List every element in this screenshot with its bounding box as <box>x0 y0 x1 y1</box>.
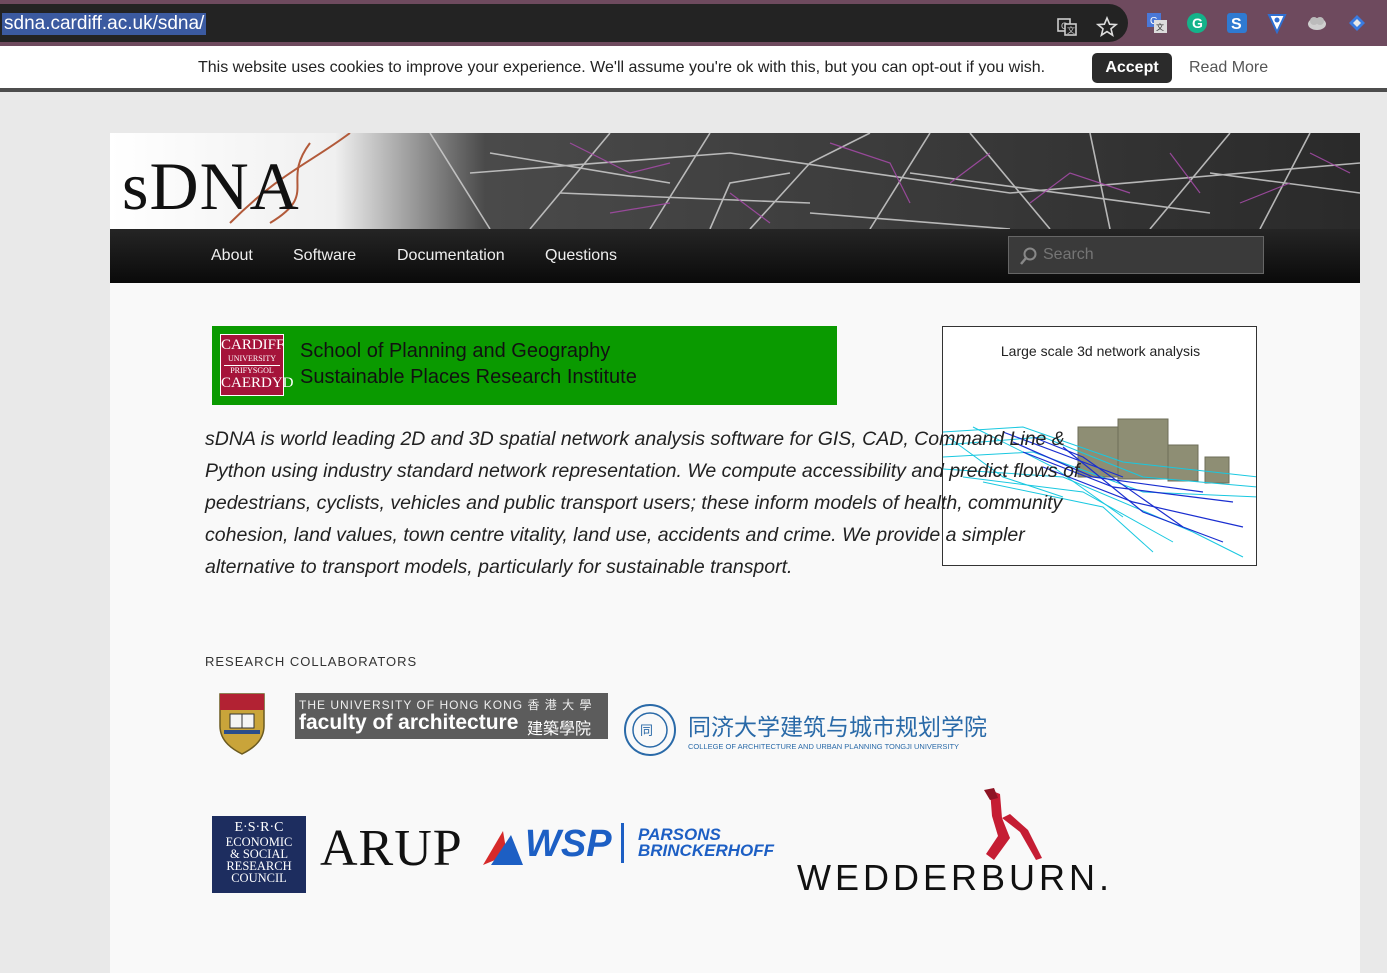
site-logo[interactable]: sDNA <box>122 147 300 226</box>
wedderburn-red-figure-icon[interactable] <box>980 788 1060 868</box>
main-navigation: About Software Documentation Questions <box>110 229 1360 283</box>
shield-extension-icon[interactable] <box>1266 12 1288 34</box>
cardiff-school-banner[interactable]: CARDIFF UNIVERSITY PRIFYSGOL CAERDYD Sch… <box>212 326 837 405</box>
esrc-logo[interactable]: E·S·R·C ECONOMIC & SOCIAL RESEARCH COUNC… <box>212 816 306 893</box>
nav-questions[interactable]: Questions <box>545 247 617 265</box>
address-bar[interactable]: sdna.cardiff.ac.uk/sdna/ G文 <box>0 4 1128 42</box>
wsp-flag-icon <box>483 831 523 865</box>
banner-school-name: School of Planning and Geography <box>300 340 611 362</box>
wedderburn-logo-text[interactable]: WEDDERBURN. <box>797 857 1113 899</box>
read-more-link[interactable]: Read More <box>1189 59 1268 77</box>
collaborators-heading: RESEARCH COLLABORATORS <box>205 654 418 669</box>
svg-text:同: 同 <box>640 723 653 738</box>
hku-faculty-of-architecture-logo[interactable]: THE UNIVERSITY OF HONG KONG 香 港 大 學 facu… <box>295 693 608 739</box>
grammarly-icon[interactable]: G <box>1186 12 1208 34</box>
cookie-notice: This website uses cookies to improve you… <box>0 46 1387 92</box>
tongji-college-logo-text[interactable]: 同济大学建筑与城市规划学院 COLLEGE OF ARCHITECTURE AN… <box>688 708 988 751</box>
browser-toolbar: sdna.cardiff.ac.uk/sdna/ G文 G文 G S <box>0 0 1387 46</box>
cardiff-university-logo: CARDIFF UNIVERSITY PRIFYSGOL CAERDYD <box>220 334 294 396</box>
svg-text:文: 文 <box>1067 25 1075 35</box>
site-header-banner: sDNA <box>110 133 1360 229</box>
svg-text:G: G <box>1192 15 1203 31</box>
hku-crest-logo[interactable] <box>214 690 270 756</box>
nav-software[interactable]: Software <box>293 247 356 265</box>
cloud-extension-icon[interactable] <box>1306 12 1328 34</box>
url-text[interactable]: sdna.cardiff.ac.uk/sdna/ <box>2 13 207 35</box>
arup-logo[interactable]: ARUP <box>320 819 463 878</box>
intro-paragraph: sDNA is world leading 2D and 3D spatial … <box>205 428 1080 578</box>
cookie-text: This website uses cookies to improve you… <box>198 59 1046 76</box>
google-translate-extension-icon[interactable]: G文 <box>1146 12 1168 34</box>
nav-about[interactable]: About <box>211 247 253 265</box>
wsp-parsons-brinckerhoff-logo[interactable]: WSP PARSONS BRINCKERHOFF <box>481 823 781 869</box>
svg-text:S: S <box>1231 16 1242 33</box>
bookmark-extension-icon[interactable] <box>1346 12 1368 34</box>
tongji-university-seal-logo[interactable]: 同 <box>622 703 678 757</box>
banner-institute-name: Sustainable Places Research Institute <box>300 366 637 388</box>
star-icon[interactable] <box>1096 16 1118 38</box>
nav-documentation[interactable]: Documentation <box>397 247 505 265</box>
s-extension-icon[interactable]: S <box>1226 12 1248 34</box>
translate-icon[interactable]: G文 <box>1056 16 1078 38</box>
accept-cookies-button[interactable]: Accept <box>1092 53 1172 83</box>
search-input[interactable] <box>1008 236 1264 274</box>
page-content: sDNA About Software Documentation Questi… <box>110 133 1360 973</box>
search-icon <box>1020 247 1037 265</box>
svg-text:文: 文 <box>1156 22 1164 32</box>
